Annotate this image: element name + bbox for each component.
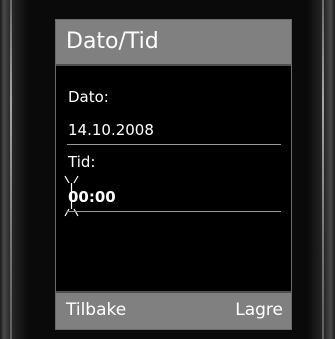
housing-edge-left [10,0,12,339]
date-input[interactable]: 14.10.2008 [68,121,154,139]
phone-housing: Dato/Tid Dato: 14.10.2008 Tid: 00:00 Til… [0,0,335,339]
time-input-underline [67,211,281,212]
time-input[interactable]: 00:00 [68,188,116,206]
date-label: Dato: [68,88,109,106]
screen-title: Dato/Tid [66,29,159,54]
back-softkey[interactable]: Tilbake [66,299,126,321]
time-label: Tid: [68,153,96,171]
save-softkey[interactable]: Lagre [235,299,283,321]
title-bar: Dato/Tid [56,20,291,66]
softkey-bar: Tilbake Lagre [56,291,291,329]
housing-edge-right [322,0,324,339]
date-input-underline [67,144,281,145]
phone-display: Dato/Tid Dato: 14.10.2008 Tid: 00:00 Til… [55,19,292,330]
